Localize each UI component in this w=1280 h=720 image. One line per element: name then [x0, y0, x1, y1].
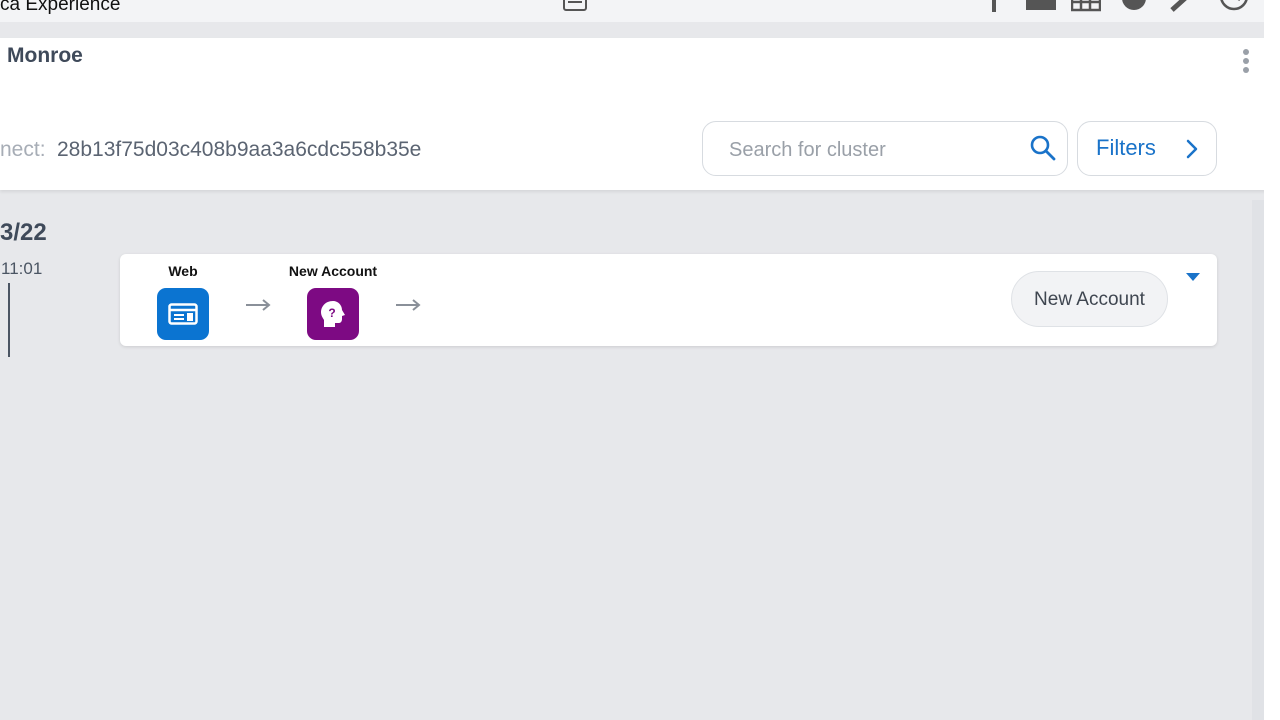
search-icon[interactable] [1029, 134, 1057, 162]
pen-icon[interactable] [1170, 0, 1196, 12]
calendar-icon[interactable] [562, 0, 588, 12]
timeline-time: 11:01 [1, 259, 43, 278]
window-edge [1264, 0, 1280, 720]
top-app-bar: ca Experience [0, 0, 1280, 22]
more-options-icon[interactable] [1242, 49, 1250, 73]
step-label-web: Web [168, 263, 198, 279]
journey-card: Web New Account ? New Account [120, 254, 1217, 346]
outcome-pill[interactable]: New Account [1011, 271, 1168, 327]
scrollbar[interactable] [1252, 200, 1264, 720]
caret-down-icon[interactable] [1186, 273, 1200, 281]
tag-icon[interactable] [1120, 0, 1148, 12]
step-label-new-account: New Account [288, 263, 378, 279]
filters-label: Filters [1096, 135, 1156, 160]
outcome-pill-label: New Account [1034, 289, 1145, 310]
timeline-date: 3/22 [0, 219, 47, 246]
image-icon[interactable] [1025, 0, 1057, 12]
arrow-right-icon [246, 299, 271, 311]
person-icon[interactable] [985, 0, 1003, 12]
step-new-account[interactable]: ? [307, 288, 359, 340]
search-box[interactable] [702, 121, 1068, 176]
app-title: ca Experience [0, 0, 121, 15]
head-question-icon: ? [321, 301, 345, 327]
grid-icon[interactable] [1071, 0, 1101, 12]
step-web[interactable] [157, 288, 209, 340]
arrow-right-icon [396, 299, 421, 311]
timeline-line [8, 283, 10, 357]
web-form-icon [168, 303, 198, 325]
id-label: nect: [0, 138, 46, 161]
chevron-right-icon [1186, 139, 1198, 159]
profile-header [0, 38, 1266, 190]
filters-button[interactable]: Filters [1077, 121, 1217, 176]
history-icon[interactable] [1218, 0, 1250, 12]
id-value: 28b13f75d03c408b9aa3a6cdc558b35e [57, 138, 422, 161]
person-name: Monroe [7, 44, 83, 67]
search-input[interactable] [727, 136, 1021, 164]
svg-text:?: ? [328, 306, 335, 320]
